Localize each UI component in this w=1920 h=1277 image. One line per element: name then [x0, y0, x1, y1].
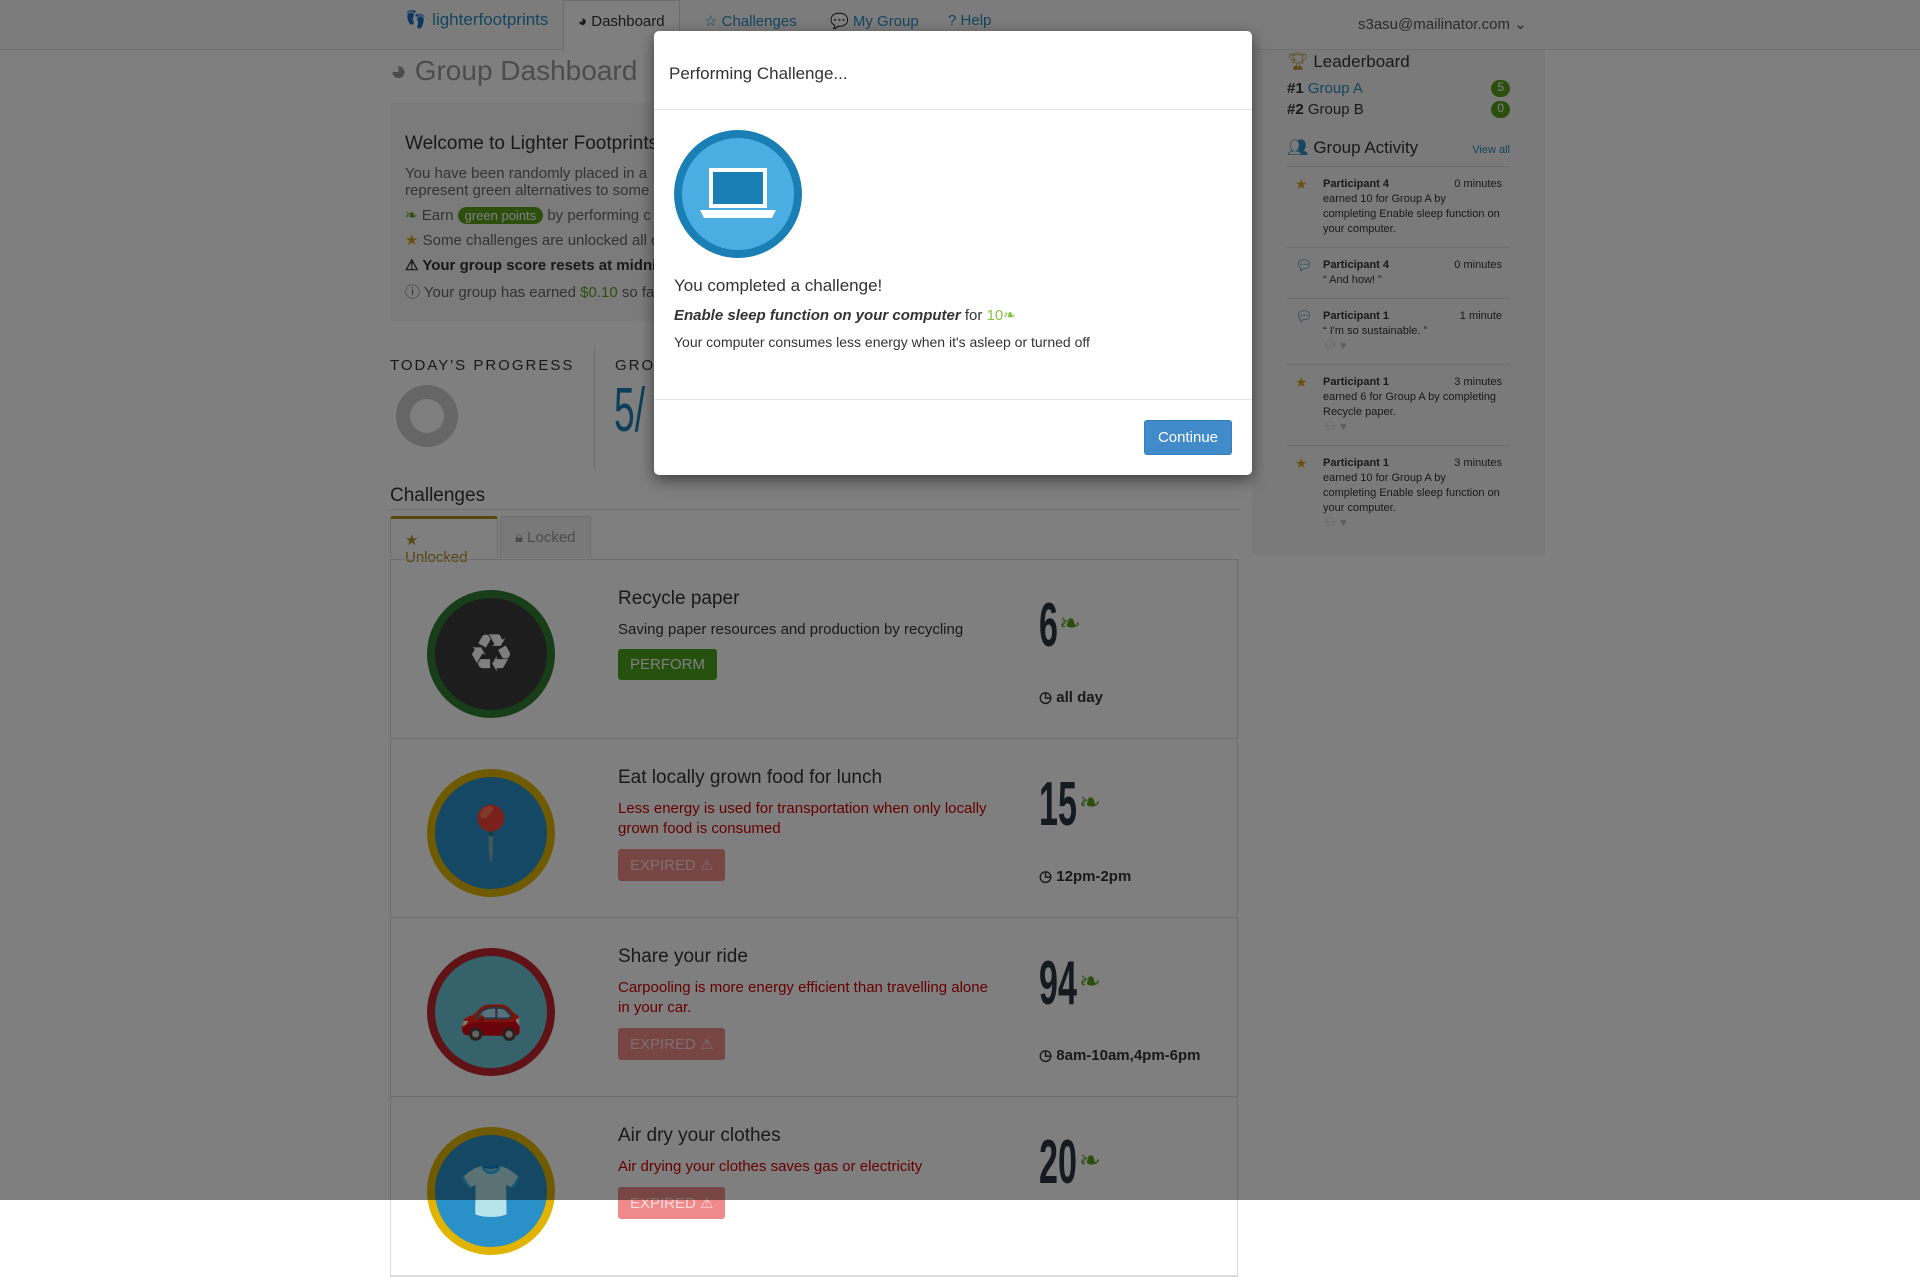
- performing-challenge-modal: Performing Challenge... You completed a …: [654, 31, 1252, 475]
- modal-body: You completed a challenge! Enable sleep …: [654, 110, 1252, 400]
- challenge-line: Enable sleep function on your computer f…: [674, 307, 1016, 324]
- laptop-icon: [674, 130, 802, 258]
- leaf-icon: ❧: [1003, 307, 1016, 324]
- continue-button[interactable]: Continue: [1143, 420, 1232, 455]
- modal-title: Performing Challenge...: [654, 31, 1252, 110]
- completed-text: You completed a challenge!: [674, 276, 883, 295]
- challenge-description: Your computer consumes less energy when …: [674, 334, 1090, 350]
